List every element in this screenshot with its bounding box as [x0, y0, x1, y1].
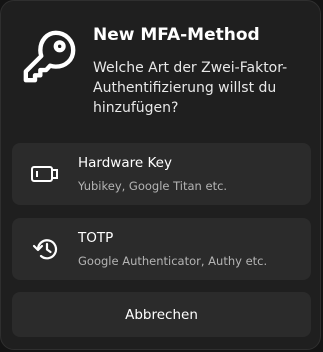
option-label: Hardware Key — [78, 155, 172, 171]
hardware-key-icon — [31, 166, 58, 182]
option-subtitle: Yubikey, Google Titan etc. — [78, 179, 228, 193]
dialog-title: New MFA-Method — [93, 25, 260, 45]
mfa-method-dialog: New MFA-Method Welche Art der Zwei-Fakto… — [0, 0, 321, 350]
history-icon — [32, 239, 58, 260]
option-totp[interactable]: TOTP Google Authenticator, Authy etc. — [12, 218, 311, 280]
option-label: TOTP — [78, 230, 114, 246]
option-hardware-key[interactable]: Hardware Key Yubikey, Google Titan etc. — [12, 143, 311, 205]
cancel-button[interactable]: Abbrechen — [12, 292, 311, 337]
option-subtitle: Google Authenticator, Authy etc. — [78, 254, 268, 268]
key-icon — [23, 30, 76, 83]
dialog-description: Welche Art der Zwei-Faktor-Authentifizie… — [93, 60, 288, 116]
